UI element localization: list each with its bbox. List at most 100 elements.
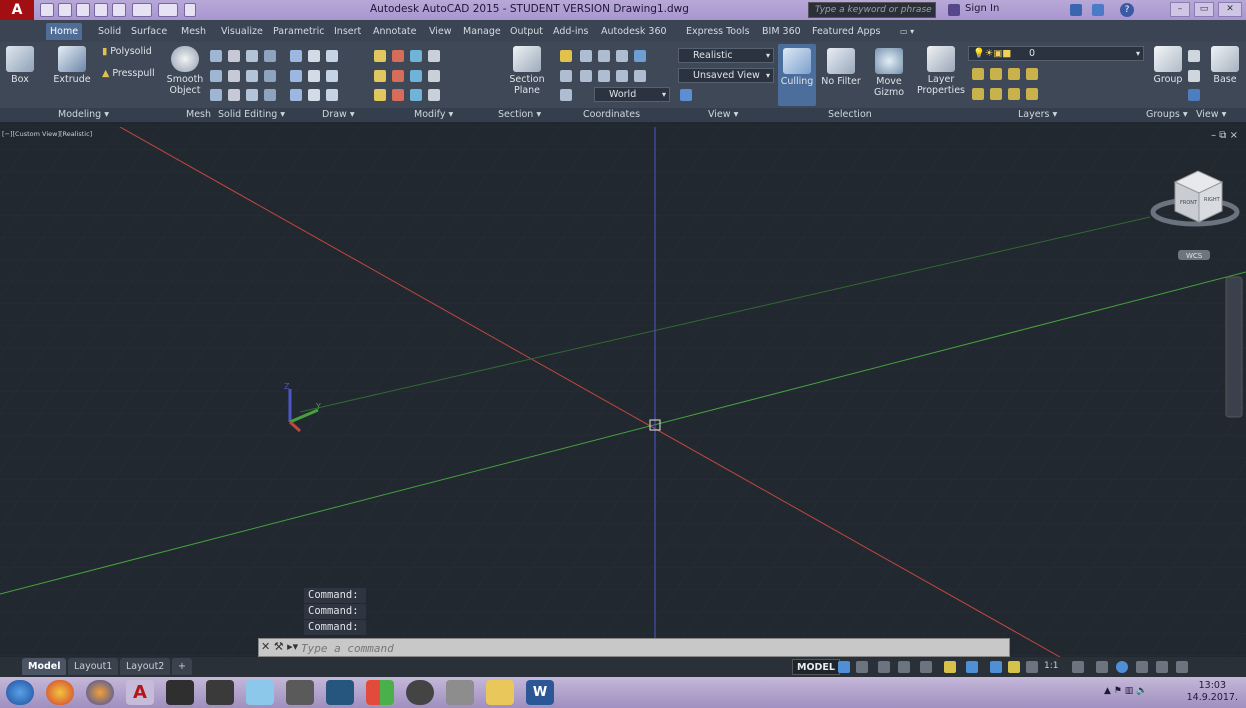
hardware-acceleration-icon[interactable] (1136, 661, 1148, 673)
presspull-button[interactable]: ▲ Presspull (102, 68, 155, 79)
plus-icon[interactable] (1096, 661, 1108, 673)
erase-icon[interactable] (392, 89, 404, 101)
copy-icon[interactable] (374, 70, 386, 82)
tray-icons[interactable]: ▲ ⚑ ▥ 🔈 (1104, 686, 1147, 696)
culling-button[interactable]: Culling (778, 44, 816, 106)
steam-icon[interactable] (166, 680, 194, 705)
autocad-icon[interactable]: A (126, 680, 154, 705)
intersect-icon[interactable] (228, 89, 240, 101)
extrude-button[interactable]: Extrude (52, 46, 92, 85)
window-app-icon[interactable] (286, 680, 314, 705)
panel-view-2[interactable]: View ▾ (1196, 109, 1226, 120)
named-view-combo[interactable]: Unsaved View ▾ (678, 68, 774, 83)
hatch-icon[interactable] (308, 89, 320, 101)
ucs-z-icon[interactable] (616, 50, 628, 62)
navigation-bar[interactable] (1225, 276, 1243, 418)
panel-groups[interactable]: Groups ▾ (1146, 109, 1188, 120)
binoculars-icon[interactable] (948, 4, 960, 16)
layer-tool-icon-2[interactable] (990, 68, 1002, 80)
command-line-close-icon[interactable]: ✕ ⚒ ▸▾ (261, 640, 298, 653)
chrome-icon[interactable] (46, 680, 74, 705)
isodraft-icon[interactable] (920, 661, 932, 673)
viewport-config-icon[interactable] (680, 89, 692, 101)
panel-modify[interactable]: Modify ▾ (414, 109, 453, 120)
customize-qat-icon[interactable] (184, 3, 196, 17)
tab-add-ins[interactable]: Add-ins (549, 23, 592, 40)
move-gizmo-button[interactable]: Move Gizmo (868, 48, 910, 98)
visual-style-combo[interactable]: Realistic ▾ (678, 48, 774, 63)
spline-icon[interactable] (290, 70, 302, 82)
tab-mesh[interactable]: Mesh (177, 23, 210, 40)
subtract-icon[interactable] (228, 70, 240, 82)
region-icon[interactable] (290, 89, 302, 101)
align-icon[interactable] (410, 70, 422, 82)
open-icon[interactable] (58, 3, 72, 17)
annotation-icon[interactable] (1026, 661, 1038, 673)
ucs-origin-icon[interactable] (560, 70, 572, 82)
tab-express-tools[interactable]: Express Tools (682, 23, 754, 40)
tab-manage[interactable]: Manage (459, 23, 505, 40)
clean-screen-icon[interactable] (1156, 661, 1168, 673)
section-plane-button[interactable]: Section Plane (505, 46, 549, 96)
layer-properties-button[interactable]: Layer Properties (916, 46, 966, 96)
solid-edit-icon-2[interactable] (264, 50, 276, 62)
panel-draw[interactable]: Draw ▾ (322, 109, 355, 120)
minimize-button[interactable]: – (1170, 2, 1190, 17)
ucs-view-icon[interactable] (634, 50, 646, 62)
viewport-label[interactable]: [−][Custom View][Realistic] (2, 130, 92, 138)
tab-featured-apps[interactable]: Featured Apps (808, 23, 884, 40)
drawing-viewport[interactable]: Z Y FRONT RIGHT WCS [−][Custom View][Rea… (0, 127, 1246, 657)
redo-icon[interactable] (158, 3, 178, 17)
book-app-icon[interactable] (326, 680, 354, 705)
auto-scale-icon[interactable] (1008, 661, 1020, 673)
colorful-app-icon[interactable] (366, 680, 394, 705)
ucs-face-icon[interactable] (616, 70, 628, 82)
tab-view[interactable]: View (425, 23, 456, 40)
ucs-x-icon[interactable] (580, 50, 592, 62)
search-input[interactable]: Type a keyword or phrase (808, 2, 936, 18)
panel-selection[interactable]: Selection (828, 109, 872, 120)
new-icon[interactable] (40, 3, 54, 17)
move-icon[interactable] (374, 50, 386, 62)
tab-parametric[interactable]: Parametric (269, 23, 328, 40)
ortho-icon[interactable] (878, 661, 890, 673)
tab-bim-360[interactable]: BIM 360 (758, 23, 805, 40)
rotate-icon[interactable] (392, 50, 404, 62)
mesh-tool-icon-2[interactable] (210, 70, 222, 82)
ucs-combo[interactable]: World ▾ (594, 87, 670, 102)
grid-icon[interactable] (838, 661, 850, 673)
trim-icon[interactable] (428, 50, 440, 62)
maximize-button[interactable]: ▭ (1194, 2, 1214, 17)
firefox-icon[interactable] (86, 680, 114, 705)
pen-app-icon[interactable] (446, 680, 474, 705)
a360-icon[interactable] (1092, 4, 1104, 16)
panel-section[interactable]: Section ▾ (498, 109, 541, 120)
mirror-icon[interactable] (428, 70, 440, 82)
separate-icon[interactable] (264, 89, 276, 101)
start-button[interactable] (6, 680, 34, 705)
layer-tool-icon-7[interactable] (1008, 88, 1020, 100)
isolate-icon[interactable] (1116, 661, 1128, 673)
group-edit-icon[interactable] (1188, 70, 1200, 82)
file-explorer-icon[interactable] (486, 680, 514, 705)
ucs-icon[interactable] (560, 50, 572, 62)
layer-tool-icon-1[interactable] (972, 68, 984, 80)
layer-tool-icon-5[interactable] (972, 88, 984, 100)
mesh-tool-icon-3[interactable] (210, 89, 222, 101)
tab-insert[interactable]: Insert (330, 23, 365, 40)
panel-modeling[interactable]: Modeling ▾ (58, 109, 109, 120)
ucs-3point-icon[interactable] (580, 70, 592, 82)
line-icon[interactable] (308, 50, 320, 62)
viewcube-front-face[interactable]: FRONT (1180, 200, 1198, 206)
viewport-controls[interactable]: – ⧉ × (1211, 130, 1238, 141)
viewcube-right-face[interactable]: RIGHT (1204, 197, 1221, 203)
polyline-icon[interactable] (290, 50, 302, 62)
ucs-named-icon[interactable] (560, 89, 572, 101)
annotation-visibility-icon[interactable] (990, 661, 1002, 673)
fillet-edge-icon[interactable] (246, 89, 258, 101)
plot-icon[interactable] (112, 3, 126, 17)
3d-move-icon[interactable] (410, 50, 422, 62)
ray-icon[interactable] (308, 70, 320, 82)
nvidia-icon[interactable] (206, 680, 234, 705)
panel-solid-editing[interactable]: Solid Editing ▾ (218, 109, 285, 120)
